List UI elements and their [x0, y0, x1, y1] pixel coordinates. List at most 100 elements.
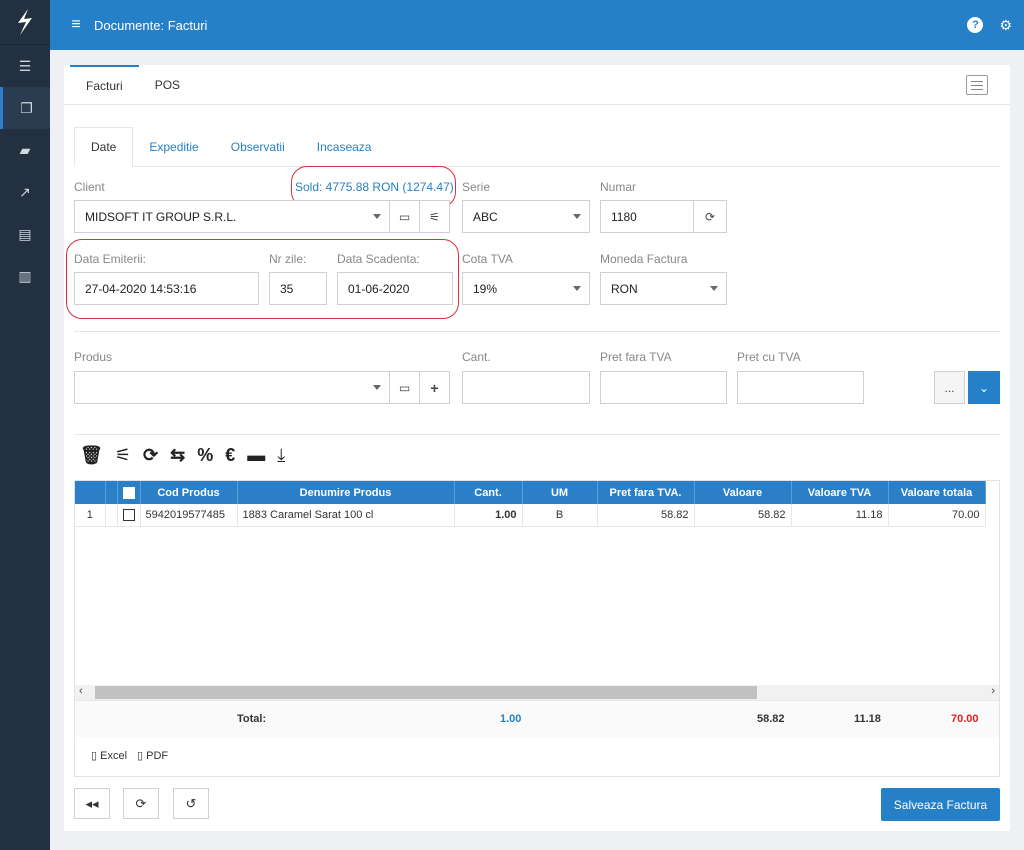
data-emiterii-value: 27-04-2020 14:53:16	[85, 281, 197, 296]
scrollbar-thumb[interactable]	[95, 686, 757, 699]
copy-icon: ❐	[20, 99, 33, 116]
data-scadenta-label: Data Scadenta:	[337, 252, 420, 266]
list-view-icon[interactable]	[966, 75, 988, 95]
horizontal-scrollbar[interactable]: ‹ ›	[75, 685, 999, 700]
main-tabs: Facturi POS	[64, 65, 1010, 105]
pret-cu-input[interactable]	[737, 371, 864, 404]
pret-fara-label: Pret fara TVA	[600, 350, 672, 364]
row-checkbox[interactable]	[117, 504, 141, 527]
save-invoice-button[interactable]: Salveaza Factura	[881, 788, 1000, 821]
sidebar: ☰ ❐ ▰ ↗ ▤ ▥	[0, 0, 50, 850]
percent-icon[interactable]: %	[197, 445, 213, 466]
tab-expeditie[interactable]: Expeditie	[133, 127, 214, 166]
pret-fara-input[interactable]	[600, 371, 727, 404]
sidebar-item-stats[interactable]: ↗	[0, 171, 50, 213]
row-um: B	[522, 504, 598, 527]
produs-label: Produs	[74, 350, 113, 364]
browse-client-button[interactable]: ▭	[389, 200, 420, 233]
sidebar-item-documents[interactable]: ❐	[0, 87, 50, 129]
data-emiterii-label: Data Emiterii:	[74, 252, 147, 266]
data-emiterii-input[interactable]: 27-04-2020 14:53:16	[74, 272, 259, 305]
hamburger-icon[interactable]: ≡	[58, 16, 94, 34]
history-button[interactable]: ↺	[173, 788, 209, 819]
magic-wand-icon: ⚟	[429, 209, 440, 224]
download-icon[interactable]: ⤓	[277, 445, 285, 466]
chevron-down-icon	[373, 385, 381, 390]
col-valoare-totala[interactable]: Valoare totala	[888, 481, 986, 504]
tab-facturi[interactable]: Facturi	[70, 65, 139, 104]
pdf-label: PDF	[146, 750, 169, 762]
sidebar-item-menu[interactable]: ☰	[0, 45, 50, 87]
export-links: ▯ Excel ▯ PDF	[91, 749, 168, 762]
client-select[interactable]: MIDSOFT IT GROUP S.R.L.	[74, 200, 390, 233]
serie-select[interactable]: ABC	[462, 200, 590, 233]
select-all-checkbox[interactable]	[117, 481, 141, 504]
credit-card-icon[interactable]: ▬	[247, 445, 265, 466]
nr-zile-input[interactable]: 35	[269, 272, 327, 305]
col-um[interactable]: UM	[522, 481, 598, 504]
col-cod-produs[interactable]: Cod Produs	[140, 481, 238, 504]
settings-icon[interactable]: ⚙	[999, 17, 1012, 34]
folder-icon: ▭	[398, 380, 411, 395]
sold-link[interactable]: Sold: 4775.88 RON (1274.47)	[295, 180, 454, 194]
cant-input[interactable]	[462, 371, 590, 404]
more-options-button[interactable]: ...	[934, 371, 965, 404]
sidebar-item-reports[interactable]: ▥	[0, 255, 50, 297]
refresh-icon: ⟳	[135, 795, 147, 811]
client-value: MIDSOFT IT GROUP S.R.L.	[85, 209, 237, 224]
tab-date[interactable]: Date	[74, 127, 134, 167]
euro-icon[interactable]: €	[225, 445, 235, 466]
wand-client-button[interactable]: ⚟	[419, 200, 450, 233]
back-button[interactable]: ◂◂	[74, 788, 110, 819]
magic-wand-icon[interactable]: ⚟	[115, 445, 131, 466]
tab-pos[interactable]: POS	[139, 65, 196, 104]
moneda-select[interactable]: RON	[600, 272, 727, 305]
refresh-button[interactable]: ⟳	[123, 788, 159, 819]
col-denumire[interactable]: Denumire Produs	[237, 481, 455, 504]
top-bar: ≡ Documente: Facturi ? ⚙	[50, 0, 1024, 50]
numar-value: 1180	[611, 209, 637, 224]
data-scadenta-input[interactable]: 01-06-2020	[337, 272, 453, 305]
scroll-left-icon[interactable]: ‹	[79, 685, 83, 697]
browse-product-button[interactable]: ▭	[389, 371, 420, 404]
history-icon: ↺	[185, 795, 197, 811]
swap-icon[interactable]: ⇆	[170, 445, 185, 466]
col-index	[75, 481, 106, 504]
trash-icon[interactable]: 🗑︎	[80, 445, 103, 466]
row-index: 1	[75, 504, 106, 527]
col-pret[interactable]: Pret fara TVA.	[597, 481, 695, 504]
more-label: ...	[944, 380, 955, 395]
cota-tva-label: Cota TVA	[462, 252, 513, 266]
app-logo[interactable]	[0, 0, 50, 45]
total-total: 70.00	[951, 713, 979, 725]
pret-cu-label: Pret cu TVA	[737, 350, 801, 364]
sidebar-item-file[interactable]: ▤	[0, 213, 50, 255]
produs-select[interactable]	[74, 371, 390, 404]
row-valoare-tva: 11.18	[791, 504, 889, 527]
col-valoare-tva[interactable]: Valoare TVA	[791, 481, 889, 504]
data-scadenta-value: 01-06-2020	[348, 281, 410, 296]
row-denumire: 1883 Caramel Sarat 100 cl	[237, 504, 455, 527]
expand-button[interactable]: ⌄	[968, 371, 1000, 404]
numar-input[interactable]: 1180	[600, 200, 694, 233]
chevron-down-icon	[710, 286, 718, 291]
col-spacer	[105, 481, 118, 504]
help-icon[interactable]: ?	[967, 17, 984, 33]
cota-tva-select[interactable]: 19%	[462, 272, 590, 305]
sidebar-item-folder[interactable]: ▰	[0, 129, 50, 171]
page-title: Documente: Facturi	[94, 17, 208, 33]
pdf-export[interactable]: ▯ PDF	[137, 749, 168, 762]
refresh-icon: ⟳	[704, 209, 716, 224]
tab-observatii[interactable]: Observatii	[215, 127, 301, 166]
scroll-right-icon[interactable]: ›	[991, 685, 995, 697]
col-valoare[interactable]: Valoare	[694, 481, 792, 504]
line-chart-icon: ↗	[19, 183, 31, 200]
col-cant[interactable]: Cant.	[454, 481, 523, 504]
add-product-button[interactable]: +	[419, 371, 450, 404]
tab-incaseaza[interactable]: Incaseaza	[301, 127, 388, 166]
table-row[interactable]: 1 5942019577485 1883 Caramel Sarat 100 c…	[75, 504, 986, 527]
refresh-number-button[interactable]: ⟳	[693, 200, 727, 233]
client-label: Client	[74, 180, 105, 194]
refresh-icon[interactable]: ⟳	[143, 445, 158, 466]
excel-export[interactable]: ▯ Excel	[91, 749, 127, 762]
